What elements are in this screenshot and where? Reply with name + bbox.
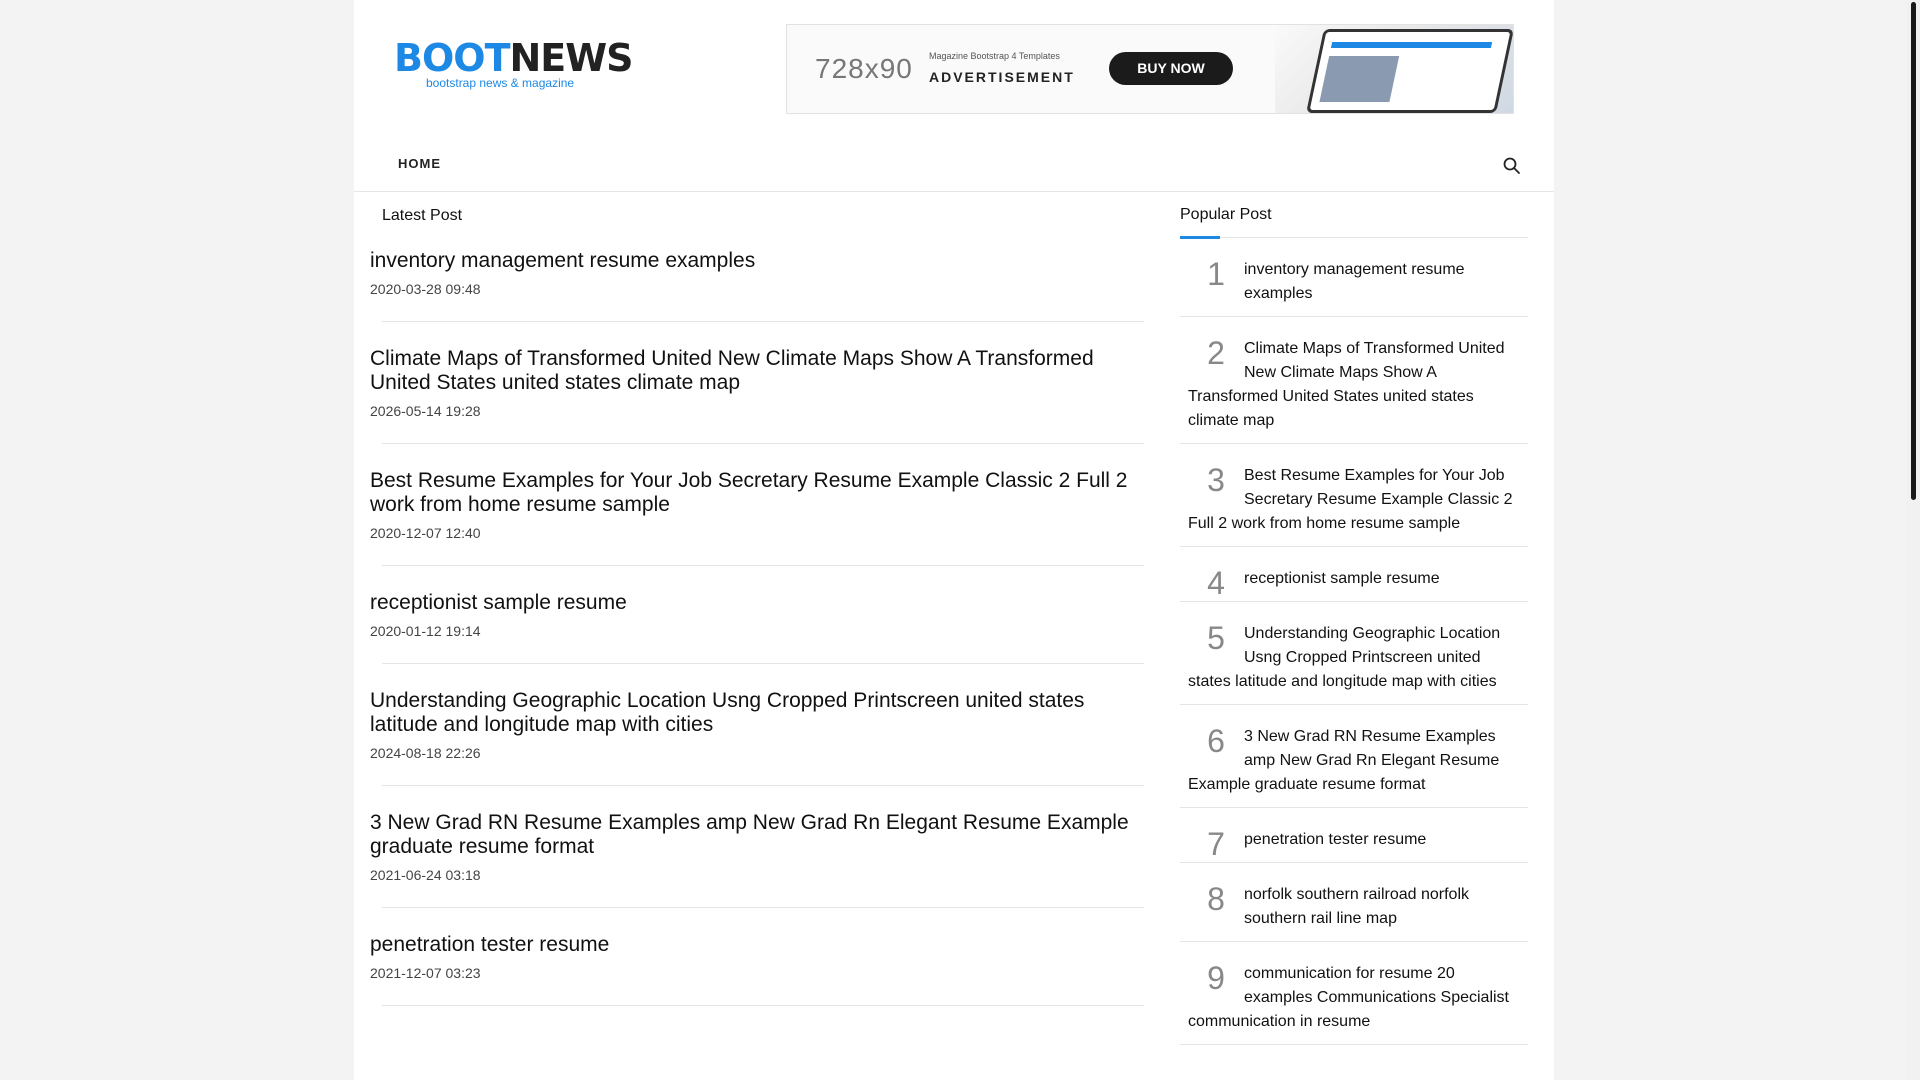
popular-rank-number: 9 [1207,960,1225,996]
post-item: 3 New Grad RN Resume Examples amp New Gr… [370,811,1144,908]
popular-post-link[interactable]: norfolk southern railroad norfolk southe… [1244,886,1469,927]
popular-rank-number: 4 [1207,565,1225,601]
advertisement-banner[interactable]: 728x90 Magazine Bootstrap 4 Templates AD… [786,24,1514,114]
post-title-link[interactable]: 3 New Grad RN Resume Examples amp New Gr… [370,811,1144,859]
popular-post-item[interactable]: 3 Best Resume Examples for Your Job Secr… [1180,444,1528,547]
popular-rank-number: 1 [1207,256,1225,292]
site-logo[interactable]: BOOTNEWS bootstrap news & magazine [394,36,634,96]
buy-now-button[interactable]: BUY NOW [1109,52,1233,85]
popular-rank-number: 5 [1207,620,1225,656]
popular-rank-number: 7 [1207,826,1225,862]
scrollbar-thumb[interactable] [1911,2,1916,500]
logo-news: NEWS [509,36,634,80]
page: BOOTNEWS bootstrap news & magazine 728x9… [354,0,1554,1080]
popular-post-item[interactable]: 4 receptionist sample resume [1180,547,1528,602]
post-title-link[interactable]: Best Resume Examples for Your Job Secret… [370,469,1144,517]
popular-post-item[interactable]: 5 Understanding Geographic Location Usng… [1180,602,1528,705]
post-title-link[interactable]: receptionist sample resume [370,591,1144,615]
post-title-link[interactable]: inventory management resume examples [370,249,1144,273]
popular-post-item[interactable]: 2 Climate Maps of Transformed United New… [1180,317,1528,444]
post-date: 2020-12-07 12:40 [370,525,481,541]
logo-boot: BOOT [394,36,510,80]
popular-post-item[interactable]: 1 inventory management resume examples [1180,238,1528,317]
popular-rank-number: 6 [1207,723,1225,759]
popular-post-item[interactable]: 9 communication for resume 20 examples C… [1180,942,1528,1045]
post-item: Understanding Geographic Location Usng C… [370,689,1144,786]
post-date: 2021-12-07 03:23 [370,965,481,981]
post-title-link[interactable]: penetration tester resume [370,933,1144,957]
post-item: Best Resume Examples for Your Job Secret… [370,469,1144,566]
popular-post-sidebar: Popular Post 1 inventory management resu… [1180,193,1528,1045]
search-icon[interactable] [1502,156,1522,176]
page-scrollbar[interactable] [1906,0,1920,1080]
post-item: Climate Maps of Transformed United New C… [370,347,1144,444]
post-title-link[interactable]: Understanding Geographic Location Usng C… [370,689,1144,737]
post-item: inventory management resume examples 202… [370,249,1144,322]
post-date: 2020-01-12 19:14 [370,623,481,639]
popular-post-item[interactable]: 6 3 New Grad RN Resume Examples amp New … [1180,705,1528,808]
popular-post-title: Popular Post [1180,193,1528,239]
logo-wordmark: BOOTNEWS [394,36,634,80]
post-date: 2026-05-14 19:28 [370,403,481,419]
popular-post-link[interactable]: penetration tester resume [1244,831,1426,848]
ad-label: ADVERTISEMENT [929,69,1075,85]
post-title-link[interactable]: Climate Maps of Transformed United New C… [370,347,1144,395]
ad-size-label: 728x90 [815,53,913,84]
post-date: 2021-06-24 03:18 [370,867,481,883]
nav-home-link[interactable]: HOME [398,156,441,171]
latest-post-list: inventory management resume examples 202… [370,249,1144,1031]
ad-subtitle: Magazine Bootstrap 4 Templates [929,51,1060,61]
popular-post-item[interactable]: 7 penetration tester resume [1180,808,1528,863]
popular-rank-number: 3 [1207,462,1225,498]
popular-rank-number: 2 [1207,335,1225,371]
popular-post-link[interactable]: receptionist sample resume [1244,570,1440,587]
latest-post-title: Latest Post [382,207,463,224]
popular-post-item[interactable]: 8 norfolk southern railroad norfolk sout… [1180,863,1528,942]
laptop-icon [1306,29,1513,113]
ad-laptop-image [1275,25,1513,113]
popular-rank-number: 8 [1207,881,1225,917]
main-nav: HOME [354,140,1554,192]
post-item: penetration tester resume 2021-12-07 03:… [370,933,1144,1006]
post-date: 2024-08-18 22:26 [370,745,481,761]
post-date: 2020-03-28 09:48 [370,281,481,297]
popular-post-link[interactable]: inventory management resume examples [1244,261,1465,302]
post-item: receptionist sample resume 2020-01-12 19… [370,591,1144,664]
